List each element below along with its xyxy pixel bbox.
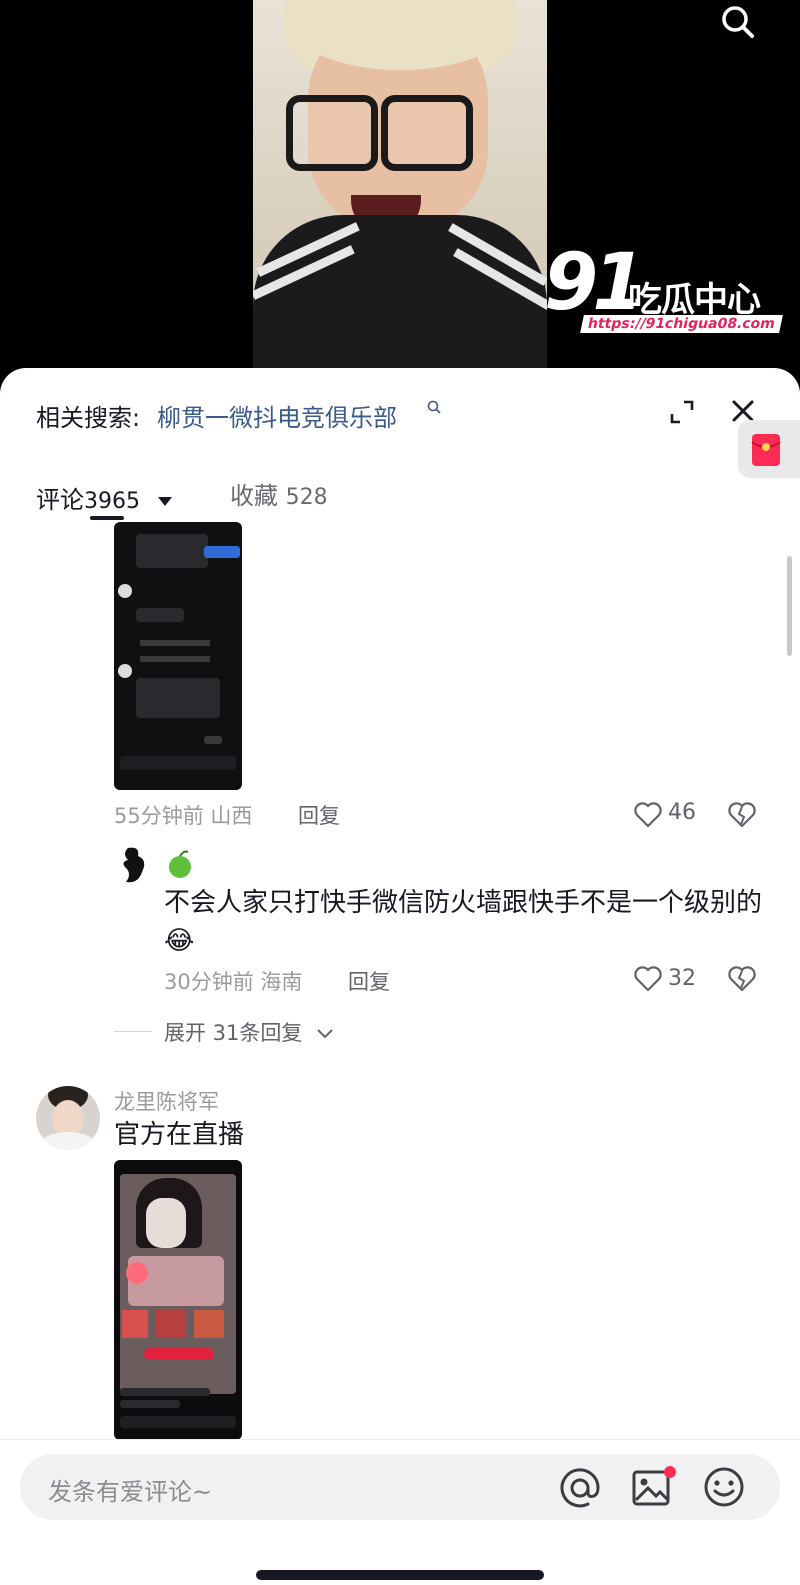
tab-comments-label: 评论 <box>36 486 84 514</box>
chat-bubble <box>204 546 240 558</box>
reply-text: 不会人家只打快手微信防火墙跟快手不是一个级别的 😂 <box>164 884 764 960</box>
broken-heart-icon[interactable] <box>728 802 756 828</box>
home-indicator <box>256 1570 544 1580</box>
image-icon[interactable] <box>630 1464 678 1510</box>
chat-bubble <box>136 678 220 718</box>
red-packet-icon <box>751 434 781 466</box>
watermark-logo-number: 91 <box>544 238 647 328</box>
watermark-url: https://91chigua08.com <box>580 315 783 333</box>
scrollbar[interactable] <box>787 556 792 656</box>
chat-bubble <box>136 534 208 568</box>
chat-input-bar <box>120 756 236 770</box>
comment-image-chat-screenshot[interactable] <box>114 522 242 790</box>
avatar[interactable] <box>36 1086 100 1150</box>
glasses-right <box>381 95 473 171</box>
product-thumb <box>194 1310 224 1338</box>
tab-favorites[interactable]: 收藏 528 <box>230 476 328 511</box>
heart-icon[interactable] <box>634 966 662 992</box>
expand-replies-label: 展开 31条回复 <box>164 1021 303 1045</box>
comment-text: 官方在直播 <box>114 1120 245 1150</box>
related-search-link[interactable]: 柳贯一微抖电竞俱乐部 <box>157 398 397 433</box>
chat-system-line <box>140 640 210 646</box>
product-thumb <box>122 1310 148 1338</box>
divider <box>0 1439 800 1440</box>
broken-heart-icon[interactable] <box>728 966 756 992</box>
comment-input[interactable]: 发条有爱评论~ <box>48 1472 212 1507</box>
reply-button[interactable]: 回复 <box>348 966 390 996</box>
comment-input-bar[interactable]: 发条有爱评论~ <box>20 1454 780 1520</box>
chat-line <box>120 1388 210 1396</box>
chat-line <box>120 1400 180 1408</box>
comment-meta: 55分钟前 山西 <box>114 804 253 828</box>
at-icon[interactable] <box>558 1466 602 1510</box>
tab-comments-count: 3965 <box>84 489 140 514</box>
avatar <box>118 584 132 598</box>
glasses-left <box>286 95 378 171</box>
emoji-icon[interactable] <box>702 1465 746 1509</box>
comment-username[interactable]: 龙里陈将军 <box>114 1086 219 1116</box>
triangle-down-icon[interactable] <box>157 495 172 507</box>
video-frame <box>253 0 547 372</box>
related-search-label: 相关搜索: <box>36 404 141 432</box>
chat-bubble <box>136 608 184 622</box>
tab-comments[interactable]: 评论3965 <box>36 480 172 515</box>
expand-icon[interactable] <box>668 398 696 426</box>
tab-favorites-count: 528 <box>285 485 328 510</box>
search-icon <box>427 400 441 414</box>
chevron-down-icon <box>317 1029 333 1039</box>
chat-system-line <box>140 656 210 662</box>
red-packet-button[interactable] <box>738 420 800 478</box>
expand-replies-button[interactable]: 展开 31条回复 <box>164 1017 335 1047</box>
like-count: 46 <box>668 800 696 825</box>
chat-input-bar <box>120 1416 236 1428</box>
avatar[interactable] <box>118 846 152 886</box>
tab-active-indicator <box>90 516 124 520</box>
chat-bubble <box>204 736 222 744</box>
emoji-icon: 😂 <box>164 926 195 956</box>
tab-favorites-label: 收藏 <box>230 482 278 510</box>
search-icon[interactable] <box>720 4 756 40</box>
badge <box>126 1262 148 1284</box>
avatar <box>118 664 132 678</box>
divider <box>114 1031 152 1032</box>
video-player[interactable]: 91 吃瓜中心 https://91chigua08.com <box>0 0 800 390</box>
comment-meta: 30分钟前 海南 <box>164 970 303 994</box>
watermark-logo-text: 吃瓜中心 <box>628 280 761 320</box>
avatar-shirt <box>38 1132 98 1150</box>
reply-button[interactable]: 回复 <box>298 800 340 830</box>
comment-image-live-screenshot[interactable] <box>114 1160 242 1440</box>
heart-icon[interactable] <box>634 802 662 828</box>
like-count: 32 <box>668 966 696 991</box>
comment-sheet: 相关搜索: 柳贯一微抖电竞俱乐部 评论3965 收藏 528 55分钟前 山西 … <box>0 368 800 1585</box>
product-thumb <box>156 1310 186 1338</box>
person-shirt <box>253 215 547 372</box>
apple-icon <box>169 850 191 878</box>
reply-text-body: 不会人家只打快手微信防火墙跟快手不是一个级别的 <box>164 888 763 918</box>
live-button <box>144 1348 214 1360</box>
streamer-face <box>146 1198 186 1248</box>
